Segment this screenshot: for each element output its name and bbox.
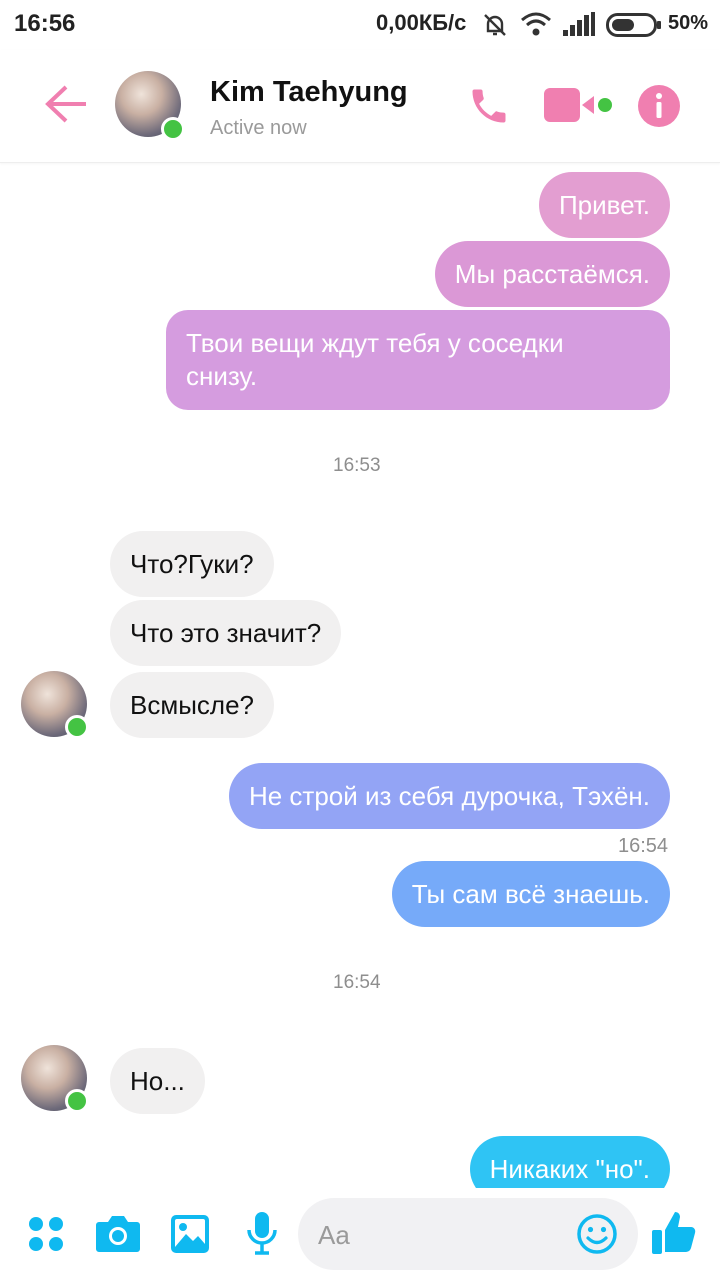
message-in[interactable]: Всмысле? (110, 672, 274, 738)
status-time: 16:56 (14, 10, 76, 37)
message-input-placeholder: Aa (318, 1220, 350, 1250)
online-indicator (65, 1089, 89, 1113)
message-out[interactable]: Не строй из себя дурочка, Тэхён. (228, 763, 670, 829)
battery-percent: 50% (668, 12, 709, 34)
battery-icon (606, 13, 661, 37)
mute-bell-icon (484, 14, 506, 36)
clipped-message-area: Никаких "но". (0, 1136, 720, 1188)
timestamp: 16:54 (333, 972, 381, 993)
timestamp: 16:53 (333, 455, 381, 476)
message-out[interactable]: Ты сам всё знаешь. (391, 861, 670, 927)
emoji-icon[interactable] (576, 1213, 618, 1255)
thumbs-up-icon[interactable] (650, 1208, 698, 1256)
camera-icon[interactable] (95, 1212, 141, 1254)
status-bar: 16:56 0,00КБ/с 50% (0, 0, 720, 50)
message-in[interactable]: Что это значит? (110, 600, 342, 666)
apps-icon[interactable] (28, 1216, 64, 1252)
message-in[interactable]: Что?Гуки? (110, 531, 274, 597)
contact-name[interactable]: Kim Taehyung (210, 76, 408, 109)
image-icon[interactable] (170, 1214, 210, 1254)
message-out[interactable]: Мы расстаёмся. (434, 241, 670, 307)
microphone-icon[interactable] (245, 1210, 279, 1256)
signal-icon (563, 12, 595, 36)
presence-status: Active now (210, 117, 307, 139)
message-line: Твои вещи ждут тебя у соседки (186, 328, 564, 358)
info-icon[interactable] (637, 84, 681, 128)
online-indicator (161, 117, 185, 141)
wifi-icon (521, 12, 551, 36)
message-line: снизу. (186, 361, 258, 391)
message-out[interactable]: Твои вещи ждут тебя у соседки снизу. (166, 310, 670, 410)
online-indicator (65, 715, 89, 739)
phone-icon[interactable] (467, 84, 511, 128)
timestamp: 16:54 (618, 835, 669, 857)
back-arrow-icon[interactable] (44, 84, 88, 124)
message-out[interactable]: Привет. (538, 172, 670, 238)
message-in[interactable]: Но... (110, 1048, 205, 1114)
network-speed: 0,00КБ/с (376, 10, 467, 35)
message-out[interactable]: Никаких "но". (469, 1136, 670, 1188)
video-icon[interactable] (544, 86, 614, 124)
